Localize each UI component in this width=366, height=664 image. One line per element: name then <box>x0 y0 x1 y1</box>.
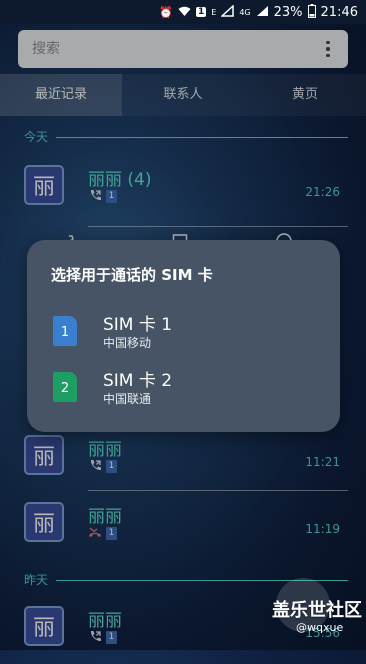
watermark-title: 盖乐世社区 <box>272 600 362 621</box>
sim-badge: 1 <box>196 7 207 17</box>
sim-select-dialog: 选择用于通话的 SIM 卡 1 SIM 卡 1 中国移动 2 SIM 卡 2 中… <box>27 240 340 432</box>
sim-1-name: SIM 卡 1 <box>103 315 173 335</box>
battery-icon <box>307 4 316 20</box>
battery-percent: 23% <box>273 4 303 20</box>
sim-2-carrier: 中国联通 <box>103 392 152 406</box>
sim-2-option[interactable]: 2 SIM 卡 2 中国联通 <box>27 362 340 414</box>
sim-card-2-icon: 2 <box>53 372 77 402</box>
watermark-author: @wqxue <box>296 621 344 634</box>
dialog-title: 选择用于通话的 SIM 卡 <box>51 266 213 284</box>
signal-strength-icon <box>256 5 269 19</box>
clock: 21:46 <box>320 4 358 20</box>
network-type: 4G <box>239 7 251 17</box>
status-bar: ⏰ 1 E 4G 23% 21:46 <box>0 0 366 24</box>
sim-card-1-icon: 1 <box>53 316 77 346</box>
wifi-icon <box>178 6 191 19</box>
sim-1-carrier: 中国移动 <box>103 336 152 350</box>
e-label: E <box>211 7 217 17</box>
sim-1-option[interactable]: 1 SIM 卡 1 中国移动 <box>27 306 340 358</box>
sim-2-name: SIM 卡 2 <box>103 371 173 391</box>
signal-icon <box>220 4 235 19</box>
alarm-icon: ⏰ <box>159 5 173 19</box>
